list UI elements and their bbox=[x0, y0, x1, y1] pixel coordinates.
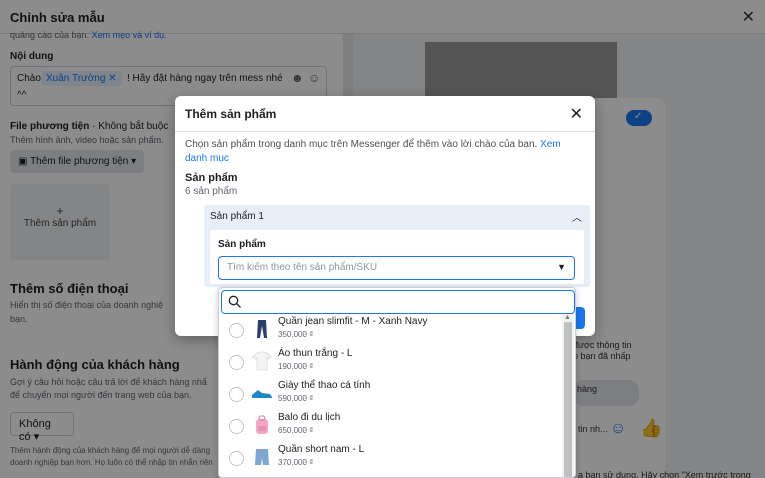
radio-button[interactable] bbox=[229, 419, 244, 434]
shorts-icon bbox=[255, 449, 269, 465]
list-item[interactable]: Áo thun trắng - L 190.000 ₫ bbox=[219, 347, 559, 379]
dropdown-search-input[interactable] bbox=[221, 290, 575, 314]
scroll-up-icon: ▲ bbox=[564, 314, 571, 321]
list-item[interactable]: Balo đi du lịch 650.000 ₫ bbox=[219, 411, 559, 443]
search-icon bbox=[228, 295, 241, 308]
caret-down-icon: ▼ bbox=[557, 262, 566, 272]
list-item[interactable]: Quần jean slimfit - M - Xanh Navy 350.00… bbox=[219, 315, 559, 347]
scrollbar-thumb bbox=[564, 322, 572, 477]
chevron-up-icon[interactable]: ︿ bbox=[572, 209, 582, 224]
list-item[interactable]: Giày thể thao cá tính 590.000 ₫ bbox=[219, 379, 559, 411]
modal-title: Thêm sản phẩm bbox=[185, 107, 277, 121]
accordion-body: Sản phẩm Tìm kiếm theo tên sản phẩm/SKU … bbox=[210, 230, 584, 284]
product-select[interactable]: Tìm kiếm theo tên sản phẩm/SKU ▼ bbox=[218, 256, 575, 280]
backpack-icon bbox=[256, 415, 268, 434]
radio-button[interactable] bbox=[229, 323, 244, 338]
product-count: 6 sản phẩm bbox=[185, 186, 238, 197]
product-dropdown: ▲ Quần jean slimfit - M - Xanh Navy 350.… bbox=[218, 287, 576, 478]
section-title: Sản phẩm bbox=[185, 172, 238, 184]
product-field-label: Sản phẩm bbox=[218, 239, 266, 250]
tshirt-icon bbox=[252, 351, 272, 371]
close-icon[interactable]: ✕ bbox=[570, 104, 583, 124]
modal-description: Chọn sản phẩm trong danh mục trên Messen… bbox=[185, 139, 561, 164]
list-item[interactable]: Quần short nam - L 370.000 ₫ bbox=[219, 443, 559, 475]
jeans-icon bbox=[257, 320, 267, 338]
product-accordion[interactable]: Sản phẩm 1 ︿ Sản phẩm Tìm kiếm theo tên … bbox=[204, 205, 590, 287]
sneaker-icon bbox=[252, 390, 272, 400]
radio-button[interactable] bbox=[229, 355, 244, 370]
radio-button[interactable] bbox=[229, 387, 244, 402]
accordion-title: Sản phẩm 1 bbox=[210, 211, 264, 222]
dropdown-scrollbar[interactable]: ▲ bbox=[562, 314, 574, 477]
modal-header: Thêm sản phẩm ✕ bbox=[175, 96, 595, 132]
radio-button[interactable] bbox=[229, 451, 244, 466]
